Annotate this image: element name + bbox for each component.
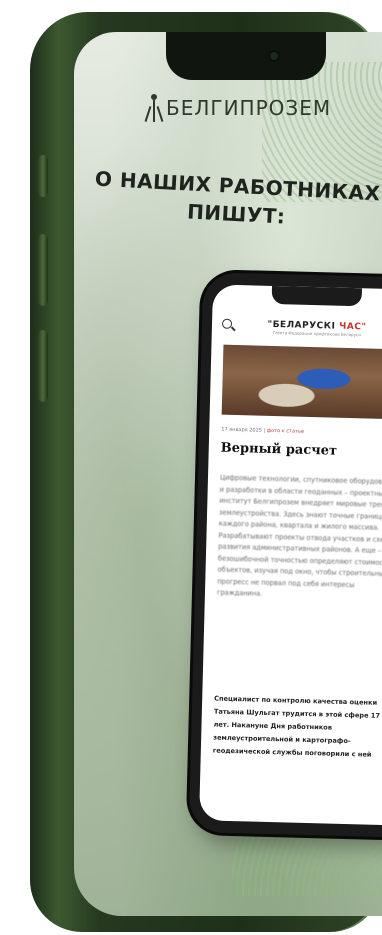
article-screen: "БЕЛАРУСКІ ЧАС" Газета Федерации профсою… (199, 284, 382, 826)
phone-notch (166, 32, 326, 80)
newspaper-brand[interactable]: "БЕЛАРУСКІ ЧАС" Газета Федерации профсою… (267, 319, 367, 337)
article-lead: Специалист по контролю качества оценки Т… (212, 694, 381, 759)
company-logo: БЕЛГИПРОЗЕМ (144, 94, 332, 122)
newspaper-name-accent: ЧАС" (335, 321, 367, 332)
article-photo (221, 344, 382, 420)
search-icon[interactable] (222, 319, 236, 333)
phone-volume-up-button (38, 234, 48, 306)
newspaper-header: "БЕЛАРУСКІ ЧАС" Газета Федерации профсою… (212, 308, 382, 347)
phone-screen: БЕЛГИПРОЗЕМ О НАШИХ РАБОТНИКАХ ПИШУТ: "Б… (74, 32, 382, 916)
logo-text: БЕЛГИПРОЗЕМ (166, 96, 332, 120)
article-title: Верный расчет (220, 440, 338, 459)
phone-volume-down-button (38, 330, 48, 402)
article-date: 17 января 2025 | (221, 426, 266, 434)
inner-phone-notch (271, 285, 362, 307)
article-category-link[interactable]: фото к статье (265, 428, 304, 435)
article-meta: 17 января 2025 | фото к статье (221, 427, 304, 435)
surveyor-icon (144, 94, 164, 122)
article-body: Цифровые технологии, спутниковое оборудо… (216, 473, 382, 598)
article-phone-mockup: "БЕЛАРУСКІ ЧАС" Газета Федерации профсою… (188, 272, 382, 838)
phone-silent-switch (38, 155, 48, 197)
front-camera-icon (270, 52, 278, 60)
